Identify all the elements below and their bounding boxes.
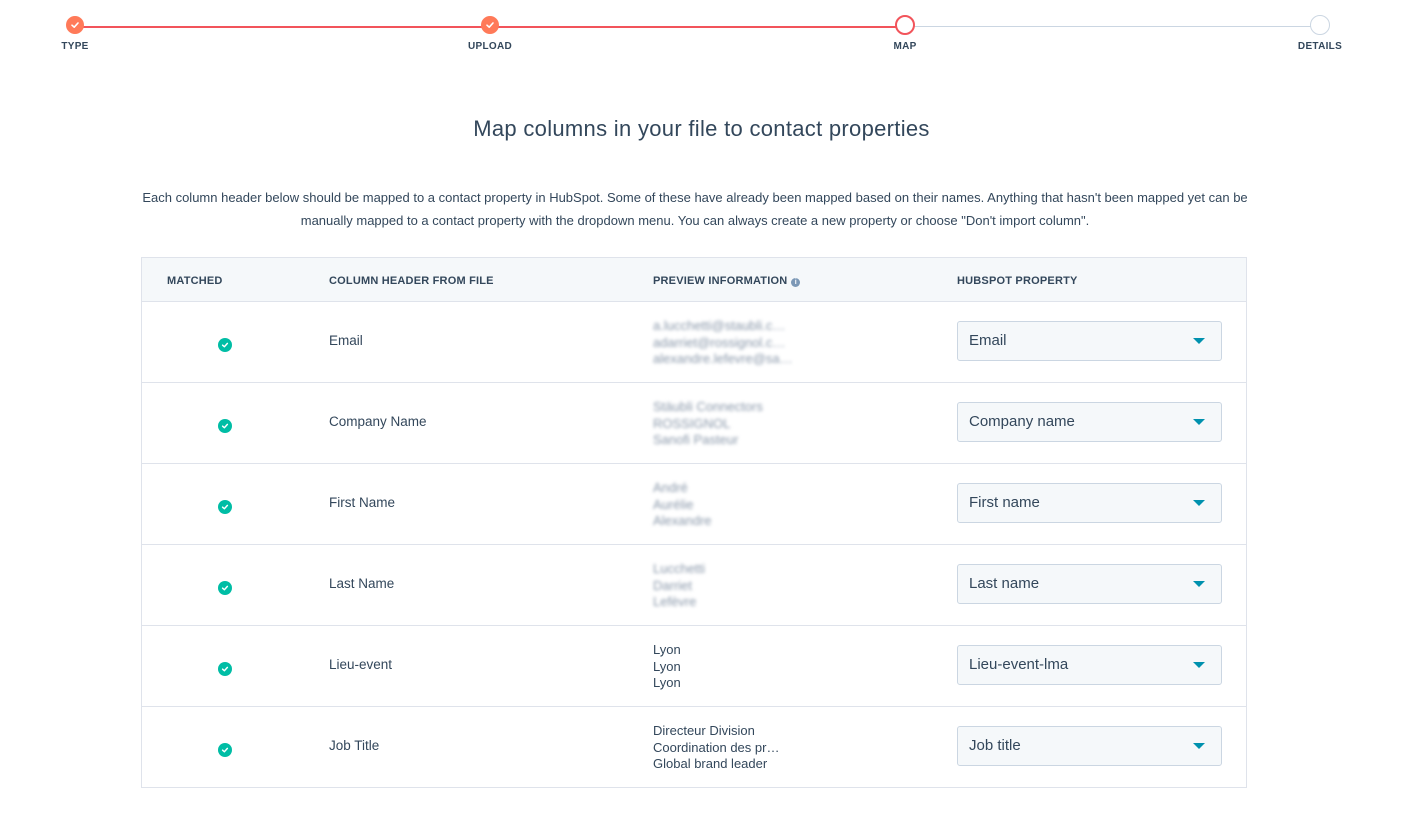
column-header-name: First Name	[329, 495, 396, 510]
import-progress-stepper: TYPE UPLOAD MAP DETAILS	[0, 0, 1403, 70]
column-header-name: Job Title	[329, 738, 380, 753]
hubspot-property-dropdown[interactable]: Job title	[957, 726, 1222, 766]
table-row: Lieu-event Lyon Lyon Lyon Lieu-event-lma	[142, 626, 1246, 707]
check-icon	[481, 16, 499, 34]
preview-value: a.lucchetti@staubli.c…	[653, 318, 786, 333]
matched-check-icon	[218, 338, 232, 352]
table-row: First Name André Aurélie Alexandre First n…	[142, 464, 1246, 545]
table-body: Email a.lucchetti@staubli.c… adarriet@ros…	[142, 302, 1246, 787]
caret-down-icon	[1193, 662, 1205, 668]
preview-value: alexandre.lefevre@sa…	[653, 351, 793, 366]
step-label: DETAILS	[1297, 41, 1343, 52]
step-details: DETAILS	[1260, 15, 1380, 52]
step-label: UPLOAD	[467, 41, 513, 52]
header-preview-information: PREVIEW INFORMATION i	[653, 258, 801, 304]
selected-property: First name	[969, 494, 1040, 511]
preview-value: Lyon	[653, 642, 681, 657]
column-header-name: Company Name	[329, 414, 427, 429]
step-label: MAP	[893, 41, 917, 52]
info-icon[interactable]: i	[791, 278, 801, 287]
caret-down-icon	[1193, 419, 1205, 425]
column-header-name: Last Name	[329, 576, 395, 591]
selected-property: Last name	[969, 575, 1040, 592]
matched-check-icon	[218, 500, 232, 514]
header-hubspot-property: HUBSPOT PROPERTY	[957, 275, 1078, 287]
page-description: Each column header below should be mappe…	[142, 190, 1248, 228]
preview-information: Lyon Lyon Lyon	[653, 642, 681, 692]
preview-value: Alexandre	[653, 513, 712, 528]
table-row: Job Title Directeur Division Coordination…	[142, 707, 1246, 787]
preview-information: Directeur Division Coordination des pr… Gl…	[653, 723, 779, 773]
preview-value: adarriet@rossignol.c…	[653, 334, 786, 350]
hubspot-property-dropdown[interactable]: Last name	[957, 564, 1222, 604]
step-type: TYPE	[15, 16, 135, 52]
matched-check-icon	[218, 743, 232, 757]
table-row: Company Name Stäubli Connectors ROSSIGNOL…	[142, 383, 1246, 464]
preview-value: Aurélie	[653, 496, 694, 512]
table-header: MATCHED COLUMN HEADER FROM FILE PREVIEW …	[142, 258, 1246, 302]
preview-value: Lefèvre	[653, 594, 697, 609]
preview-value: Directeur Division	[653, 723, 755, 738]
preview-information: Stäubli Connectors ROSSIGNOL Sanofi Pasteu…	[653, 399, 763, 449]
caret-down-icon	[1193, 581, 1205, 587]
matched-check-icon	[218, 662, 232, 676]
selected-property: Company name	[969, 413, 1075, 430]
caret-down-icon	[1193, 743, 1205, 749]
matched-check-icon	[218, 419, 232, 433]
caret-down-icon	[1193, 338, 1205, 344]
preview-value: Darriet	[653, 577, 693, 593]
selected-property: Email	[969, 332, 1007, 349]
hubspot-property-dropdown[interactable]: Company name	[957, 402, 1222, 442]
step-label: TYPE	[61, 41, 89, 52]
preview-value: Sanofi Pasteur	[653, 432, 739, 447]
preview-information: André Aurélie Alexandre	[653, 480, 712, 530]
selected-property: Lieu-event-lma	[969, 656, 1069, 673]
column-header-name: Email	[329, 333, 363, 348]
preview-value: Lucchetti	[653, 561, 706, 576]
table-row: Email a.lucchetti@staubli.c… adarriet@ros…	[142, 302, 1246, 383]
hubspot-property-dropdown[interactable]: First name	[957, 483, 1222, 523]
hubspot-property-dropdown[interactable]: Email	[957, 321, 1222, 361]
header-preview-label: PREVIEW INFORMATION	[653, 275, 788, 287]
check-icon	[66, 16, 84, 34]
current-step-circle-icon	[895, 15, 915, 35]
hubspot-property-dropdown[interactable]: Lieu-event-lma	[957, 645, 1222, 685]
matched-check-icon	[218, 581, 232, 595]
preview-value: Coordination des pr…	[653, 739, 780, 755]
header-column-from-file: COLUMN HEADER FROM FILE	[329, 275, 494, 287]
preview-value: Global brand leader	[653, 756, 768, 771]
column-header-name: Lieu-event	[329, 657, 393, 672]
preview-information: Lucchetti Darriet Lefèvre	[653, 561, 705, 611]
preview-value: ROSSIGNOL	[653, 415, 731, 431]
header-matched: MATCHED	[167, 275, 223, 287]
preview-value: Lyon	[653, 675, 681, 690]
page-title: Map columns in your file to contact prop…	[473, 116, 930, 141]
progress-line-remaining	[905, 26, 1320, 27]
pending-step-circle-icon	[1310, 15, 1330, 35]
preview-value: André	[653, 480, 688, 495]
selected-property: Job title	[969, 737, 1021, 754]
preview-value: Lyon	[653, 658, 681, 674]
preview-information: a.lucchetti@staubli.c… adarriet@rossignol…	[653, 318, 793, 368]
step-map: MAP	[845, 15, 965, 52]
caret-down-icon	[1193, 500, 1205, 506]
preview-value: Stäubli Connectors	[653, 399, 763, 414]
mapping-table: MATCHED COLUMN HEADER FROM FILE PREVIEW …	[141, 257, 1247, 788]
table-row: Last Name Lucchetti Darriet Lefèvre Last n…	[142, 545, 1246, 626]
step-upload: UPLOAD	[430, 16, 550, 52]
